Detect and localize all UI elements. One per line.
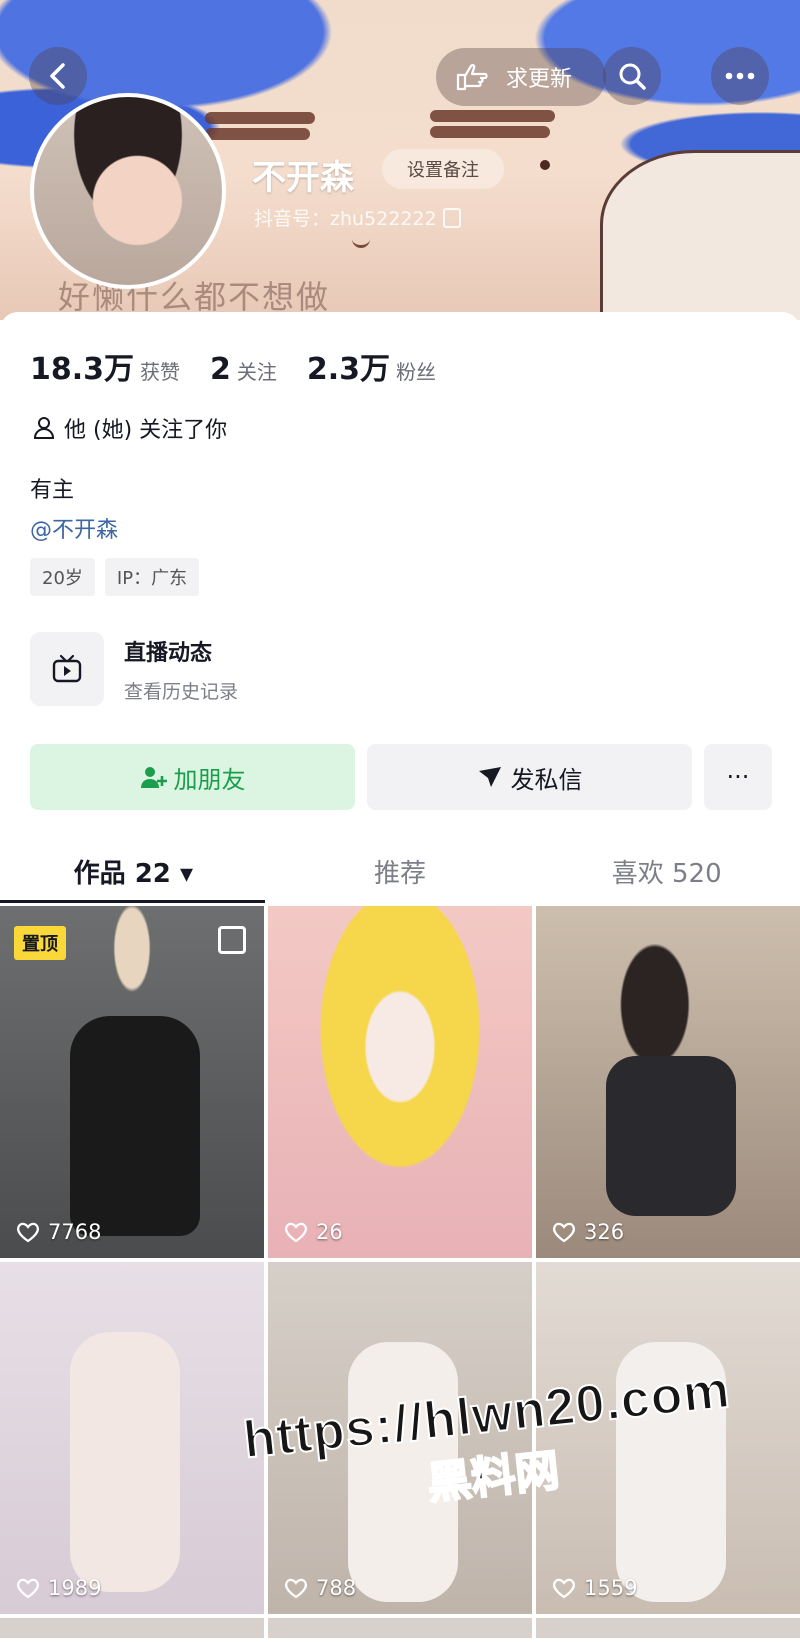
follows-you-text: 他 (她) 关注了你 bbox=[64, 418, 228, 443]
more-actions-button[interactable]: ··· bbox=[704, 744, 772, 810]
stat-following[interactable]: 2 关注 bbox=[210, 352, 277, 387]
heart-icon bbox=[17, 1222, 39, 1243]
like-count: 7768 bbox=[16, 1220, 101, 1244]
live-subtitle: 查看历史记录 bbox=[124, 680, 239, 703]
more-options-button[interactable] bbox=[711, 47, 769, 105]
banner-art bbox=[430, 126, 550, 138]
like-count-value: 1559 bbox=[584, 1576, 638, 1600]
heart-icon bbox=[553, 1222, 575, 1243]
send-message-label: 发私信 bbox=[510, 765, 583, 794]
send-message-button[interactable]: 发私信 bbox=[367, 744, 692, 810]
profile-name: 不开森 bbox=[252, 158, 354, 198]
profile-actions: 加朋友 发私信 ··· bbox=[30, 744, 772, 810]
work-thumbnail[interactable]: 置顶 7768 bbox=[0, 906, 264, 1258]
works-grid: 置顶 7768 26 326 1989 788 1559 bbox=[0, 906, 800, 1638]
work-thumbnail[interactable]: 326 bbox=[536, 906, 800, 1258]
like-count: 326 bbox=[552, 1220, 624, 1244]
banner-art bbox=[430, 110, 555, 122]
request-update-label: 求更新 bbox=[506, 67, 573, 92]
mention-link[interactable]: @不开森 bbox=[30, 512, 118, 544]
set-remark-button[interactable]: 设置备注 bbox=[382, 149, 504, 189]
tab-works[interactable]: 作品 22 ▾ bbox=[0, 838, 267, 904]
thumbnail-image bbox=[70, 1332, 180, 1592]
pointing-hand-icon bbox=[452, 57, 492, 97]
stat-value: 2.3万 bbox=[306, 352, 391, 387]
like-count-value: 326 bbox=[584, 1220, 625, 1244]
user-icon bbox=[33, 417, 55, 439]
banner-art bbox=[205, 128, 310, 140]
age-tag: 20岁 bbox=[30, 558, 95, 596]
tab-active-indicator bbox=[0, 900, 265, 903]
douyin-id[interactable]: 抖音号：zhu522222 bbox=[254, 204, 461, 231]
stat-value: 18.3万 bbox=[30, 352, 135, 387]
work-thumbnail[interactable] bbox=[0, 1618, 264, 1638]
work-thumbnail[interactable] bbox=[536, 1618, 800, 1638]
like-count-value: 26 bbox=[316, 1220, 343, 1244]
add-user-icon bbox=[140, 767, 167, 788]
back-button[interactable] bbox=[29, 47, 87, 105]
banner-art bbox=[600, 150, 800, 320]
banner-art bbox=[205, 112, 315, 124]
follows-you-indicator: 他 (她) 关注了你 bbox=[32, 412, 227, 444]
add-friend-button[interactable]: 加朋友 bbox=[30, 744, 355, 810]
stat-value: 2 bbox=[210, 352, 231, 387]
profile-tags: 20岁 IP：广东 bbox=[30, 558, 209, 596]
bio-text: 有主 bbox=[30, 478, 75, 503]
stat-label: 关注 bbox=[236, 360, 277, 384]
heart-icon bbox=[285, 1222, 307, 1243]
banner-art bbox=[540, 160, 550, 170]
tv-play-icon bbox=[52, 654, 82, 683]
live-title: 直播动态 bbox=[124, 640, 213, 666]
thumbnail-image bbox=[70, 1016, 200, 1236]
stat-label: 粉丝 bbox=[396, 360, 437, 384]
heart-icon bbox=[553, 1578, 575, 1599]
heart-icon bbox=[285, 1578, 307, 1599]
stat-label: 获赞 bbox=[140, 360, 181, 384]
multi-image-icon bbox=[218, 926, 246, 954]
like-count-value: 788 bbox=[316, 1576, 357, 1600]
tab-recommended[interactable]: 推荐 bbox=[267, 838, 534, 904]
more-icon bbox=[725, 72, 755, 80]
search-icon bbox=[619, 63, 646, 90]
stat-likes[interactable]: 18.3万 获赞 bbox=[30, 344, 180, 388]
banner-art bbox=[352, 235, 370, 248]
ip-location-tag: IP：广东 bbox=[104, 558, 200, 596]
like-count-value: 1989 bbox=[48, 1576, 102, 1600]
live-icon-box bbox=[30, 632, 104, 706]
send-icon bbox=[478, 767, 501, 787]
copy-icon[interactable] bbox=[442, 207, 461, 228]
heart-icon bbox=[17, 1578, 39, 1599]
profile-tabs: 作品 22 ▾ 推荐 喜欢 520 bbox=[0, 838, 800, 904]
thumbnail-image bbox=[606, 1056, 736, 1216]
request-update-button[interactable]: 求更新 bbox=[436, 48, 606, 106]
work-thumbnail[interactable] bbox=[268, 1618, 532, 1638]
like-count: 788 bbox=[284, 1576, 356, 1600]
tab-liked[interactable]: 喜欢 520 bbox=[533, 838, 800, 904]
stat-followers[interactable]: 2.3万 粉丝 bbox=[307, 344, 436, 388]
like-count: 26 bbox=[284, 1220, 343, 1244]
like-count: 1989 bbox=[16, 1576, 101, 1600]
like-count: 1559 bbox=[552, 1576, 637, 1600]
avatar[interactable] bbox=[30, 93, 226, 289]
chevron-left-icon bbox=[50, 63, 65, 89]
search-button[interactable] bbox=[603, 47, 661, 105]
pinned-badge: 置顶 bbox=[14, 926, 66, 960]
douyin-id-text: 抖音号：zhu522222 bbox=[254, 208, 437, 230]
live-history-entry[interactable]: 直播动态 查看历史记录 bbox=[30, 632, 238, 706]
profile-stats: 18.3万 获赞 2 关注 2.3万 粉丝 bbox=[30, 344, 466, 388]
work-thumbnail[interactable]: 26 bbox=[268, 906, 532, 1258]
like-count-value: 7768 bbox=[48, 1220, 102, 1244]
add-friend-label: 加朋友 bbox=[173, 765, 246, 794]
